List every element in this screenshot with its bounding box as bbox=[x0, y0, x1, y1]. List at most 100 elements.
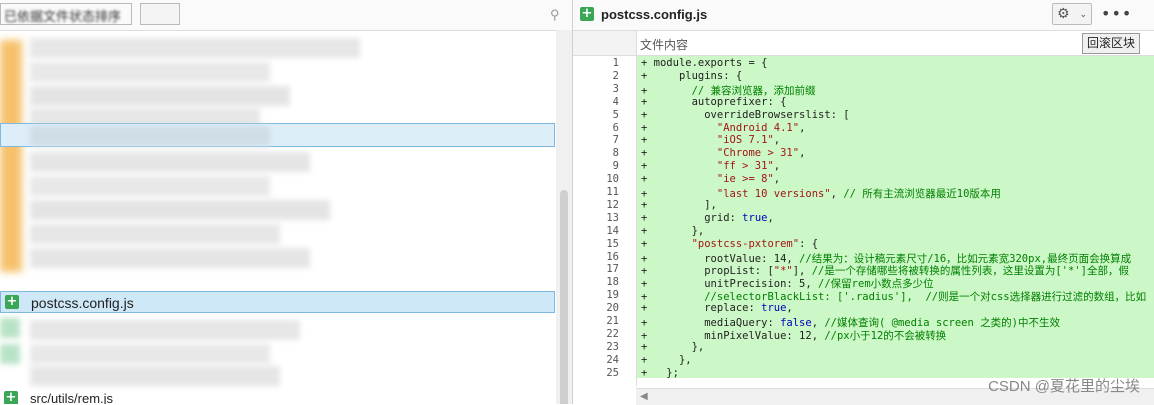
line-number: 4 bbox=[612, 95, 619, 108]
code-line[interactable]: + plugins: { bbox=[641, 70, 742, 82]
file-list-panel: 已依据文件状态排序 ⚲ + postcss.config.js + src/ut… bbox=[0, 0, 573, 404]
blurred-file-row[interactable] bbox=[0, 318, 20, 338]
line-number: 16 bbox=[606, 250, 619, 263]
line-number: 6 bbox=[612, 121, 619, 134]
chevron-down-icon: ⌄ bbox=[1079, 10, 1087, 20]
scroll-left-icon[interactable]: ◀ bbox=[640, 391, 648, 402]
diff-added-marker: + bbox=[641, 366, 654, 379]
line-number: 20 bbox=[606, 302, 619, 315]
code-line[interactable]: + }, bbox=[641, 341, 704, 353]
diff-editor-panel: + postcss.config.js ⚙ ⌄ ••• 文件内容 回滚区块 1 +… bbox=[573, 0, 1154, 405]
gutter-header bbox=[573, 31, 637, 55]
diff-added-marker: + bbox=[641, 340, 654, 353]
diff-added-marker: + bbox=[641, 353, 654, 366]
line-number: 22 bbox=[606, 327, 619, 340]
code-line[interactable]: + "Android 4.1", bbox=[641, 122, 805, 134]
line-number: 19 bbox=[606, 289, 619, 302]
line-number: 10 bbox=[606, 173, 619, 186]
editor-file-name: postcss.config.js bbox=[601, 7, 708, 22]
diff-added-marker: + bbox=[641, 173, 654, 186]
blurred-file-row[interactable] bbox=[30, 86, 290, 106]
plus-icon: + bbox=[580, 6, 594, 21]
diff-added-marker: + bbox=[641, 134, 654, 147]
code-line[interactable]: + }, bbox=[641, 225, 704, 237]
blurred-file-row[interactable] bbox=[30, 176, 270, 196]
line-number: 3 bbox=[612, 82, 619, 95]
line-number: 15 bbox=[606, 237, 619, 250]
code-line[interactable]: + replace: true, bbox=[641, 302, 793, 314]
watermark: CSDN @夏花里的尘埃 bbox=[988, 378, 1140, 395]
blurred-file-row[interactable] bbox=[30, 248, 310, 268]
gear-icon: ⚙ bbox=[1057, 6, 1070, 22]
diff-added-marker: + bbox=[641, 108, 654, 121]
code-line[interactable]: + }; bbox=[641, 367, 679, 379]
blurred-file-row[interactable] bbox=[30, 224, 280, 244]
blurred-file-row[interactable] bbox=[30, 320, 300, 340]
line-number: 12 bbox=[606, 198, 619, 211]
line-number: 23 bbox=[606, 340, 619, 353]
editor-header: + postcss.config.js ⚙ ⌄ ••• bbox=[573, 0, 1154, 31]
content-label: 文件内容 bbox=[640, 38, 689, 52]
line-number: 2 bbox=[612, 69, 619, 82]
line-number: 25 bbox=[606, 366, 619, 379]
code-line[interactable]: + "ff > 31", bbox=[641, 160, 780, 172]
line-number: 24 bbox=[606, 353, 619, 366]
blurred-file-row[interactable] bbox=[30, 200, 330, 220]
line-number: 8 bbox=[612, 147, 619, 160]
search-icon[interactable]: ⚲ bbox=[550, 7, 560, 23]
diff-added-marker: + bbox=[641, 57, 654, 69]
file-row-postcss-config[interactable]: + postcss.config.js bbox=[0, 291, 555, 313]
code-line[interactable]: + overrideBrowserslist: [ bbox=[641, 109, 850, 121]
more-icon[interactable]: ••• bbox=[1101, 4, 1132, 23]
code-view[interactable]: 1 + module.exports = {2 + plugins: {3 + // … bbox=[573, 56, 1154, 386]
code-line[interactable]: + "postcss-pxtorem": { bbox=[641, 238, 818, 250]
code-line[interactable]: + ], bbox=[641, 199, 717, 211]
blurred-file-row[interactable] bbox=[30, 126, 270, 146]
plus-icon: + bbox=[5, 294, 19, 309]
plus-icon: + bbox=[4, 390, 18, 404]
diff-added-marker: + bbox=[641, 237, 654, 250]
line-number: 7 bbox=[612, 134, 619, 147]
code-line[interactable]: + }, bbox=[641, 354, 692, 366]
view-toggle-button[interactable] bbox=[140, 3, 180, 25]
diff-added-marker: + bbox=[641, 224, 654, 237]
file-row-rem-js[interactable]: + src/utils/rem.js bbox=[0, 388, 555, 404]
diff-added-marker: + bbox=[641, 121, 654, 134]
code-line[interactable]: + grid: true, bbox=[641, 212, 774, 224]
blurred-file-row[interactable] bbox=[30, 62, 270, 82]
code-line[interactable]: + "Chrome > 31", bbox=[641, 147, 805, 159]
diff-added-marker: + bbox=[641, 95, 654, 108]
diff-added-marker: + bbox=[641, 302, 654, 315]
line-number: 1 bbox=[612, 57, 619, 69]
blurred-file-row[interactable] bbox=[0, 344, 20, 364]
blurred-file-row[interactable] bbox=[30, 366, 280, 386]
code-line[interactable]: + module.exports = { bbox=[641, 57, 767, 69]
line-number: 14 bbox=[606, 224, 619, 237]
line-number: 18 bbox=[606, 276, 619, 289]
line-number: 13 bbox=[606, 211, 619, 224]
diff-added-marker: + bbox=[641, 160, 654, 173]
blurred-file-row[interactable] bbox=[30, 344, 270, 364]
line-number: 21 bbox=[606, 315, 619, 327]
content-toolbar: 文件内容 回滚区块 bbox=[573, 31, 1154, 56]
blurred-file-row[interactable] bbox=[30, 38, 360, 58]
code-line[interactable]: + "iOS 7.1", bbox=[641, 134, 780, 146]
line-number: 17 bbox=[606, 263, 619, 276]
scrollbar-thumb[interactable] bbox=[560, 190, 568, 404]
code-line[interactable]: + "ie >= 8", bbox=[641, 173, 780, 185]
file-name: src/utils/rem.js bbox=[30, 391, 114, 404]
code-line[interactable]: + autoprefixer: { bbox=[641, 96, 786, 108]
diff-added-marker: + bbox=[641, 211, 654, 224]
status-strip bbox=[0, 40, 22, 272]
file-list-scrollbar[interactable] bbox=[556, 30, 572, 404]
file-list-header: 已依据文件状态排序 ⚲ bbox=[0, 0, 572, 31]
diff-added-marker: + bbox=[641, 147, 654, 160]
line-number: 9 bbox=[612, 160, 619, 173]
blurred-file-row[interactable] bbox=[30, 152, 310, 172]
diff-added-marker: + bbox=[641, 198, 654, 211]
rollback-hunk-button[interactable]: 回滚区块 bbox=[1082, 33, 1141, 54]
line-number: 11 bbox=[606, 186, 619, 198]
file-name: postcss.config.js bbox=[31, 295, 134, 311]
settings-dropdown[interactable]: ⚙ ⌄ bbox=[1052, 3, 1092, 25]
diff-added-marker: + bbox=[641, 69, 654, 82]
